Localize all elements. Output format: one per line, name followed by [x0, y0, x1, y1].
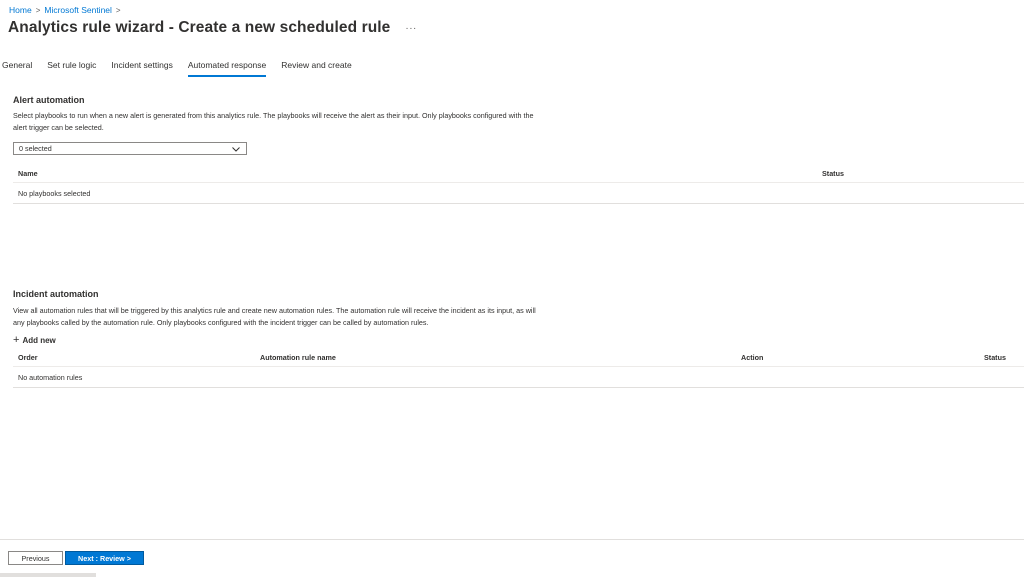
incident-automation-title: Incident automation	[13, 289, 99, 299]
page-title: Analytics rule wizard - Create a new sch…	[8, 19, 391, 36]
playbooks-dropdown[interactable]: 0 selected	[13, 142, 247, 155]
wizard-tabs: General Set rule logic Incident settings…	[0, 57, 367, 77]
empty-state-text: No playbooks selected	[18, 188, 91, 198]
column-header-order[interactable]: Order	[18, 353, 38, 362]
footer-divider	[0, 539, 1024, 540]
chevron-down-icon	[232, 146, 240, 152]
empty-state-text: No automation rules	[18, 372, 83, 382]
title-row: Analytics rule wizard - Create a new sch…	[8, 19, 420, 37]
tab-set-rule-logic[interactable]: Set rule logic	[47, 57, 96, 77]
column-header-status[interactable]: Status	[984, 353, 1006, 362]
tab-automated-response[interactable]: Automated response	[187, 57, 267, 77]
column-header-automation-rule-name[interactable]: Automation rule name	[260, 353, 336, 362]
next-review-button[interactable]: Next : Review >	[65, 551, 144, 565]
add-new-label: Add new	[22, 335, 56, 345]
automation-rules-table: Order Automation rule name Action Status…	[13, 348, 1024, 388]
playbooks-table: Name Status No playbooks selected	[13, 164, 1024, 204]
column-header-status[interactable]: Status	[822, 169, 844, 178]
breadcrumb: Home > Microsoft Sentinel >	[9, 5, 121, 15]
more-options-button[interactable]: ···	[402, 23, 420, 34]
plus-icon: +	[13, 334, 20, 346]
breadcrumb-sentinel-link[interactable]: Microsoft Sentinel	[44, 5, 112, 15]
previous-button[interactable]: Previous	[8, 551, 63, 565]
playbooks-dropdown-value: 0 selected	[19, 144, 52, 153]
column-header-name[interactable]: Name	[18, 169, 38, 178]
add-new-button[interactable]: + Add new	[13, 334, 56, 346]
tab-general[interactable]: General	[2, 57, 32, 77]
table-row: No playbooks selected	[13, 183, 1024, 204]
incident-automation-description: View all automation rules that will be t…	[13, 306, 536, 327]
table-row: No automation rules	[13, 367, 1024, 388]
alert-automation-title: Alert automation	[13, 95, 85, 105]
tab-review-and-create[interactable]: Review and create	[281, 57, 351, 77]
breadcrumb-separator: >	[35, 5, 41, 15]
breadcrumb-home-link[interactable]: Home	[9, 5, 32, 15]
tab-incident-settings[interactable]: Incident settings	[111, 57, 172, 77]
horizontal-scrollbar[interactable]	[0, 573, 96, 577]
alert-automation-description: Select playbooks to run when a new alert…	[13, 111, 534, 132]
playbooks-table-header: Name Status	[13, 164, 1024, 183]
breadcrumb-separator: >	[115, 5, 121, 15]
automation-rules-table-header: Order Automation rule name Action Status	[13, 348, 1024, 367]
column-header-action[interactable]: Action	[741, 353, 763, 362]
